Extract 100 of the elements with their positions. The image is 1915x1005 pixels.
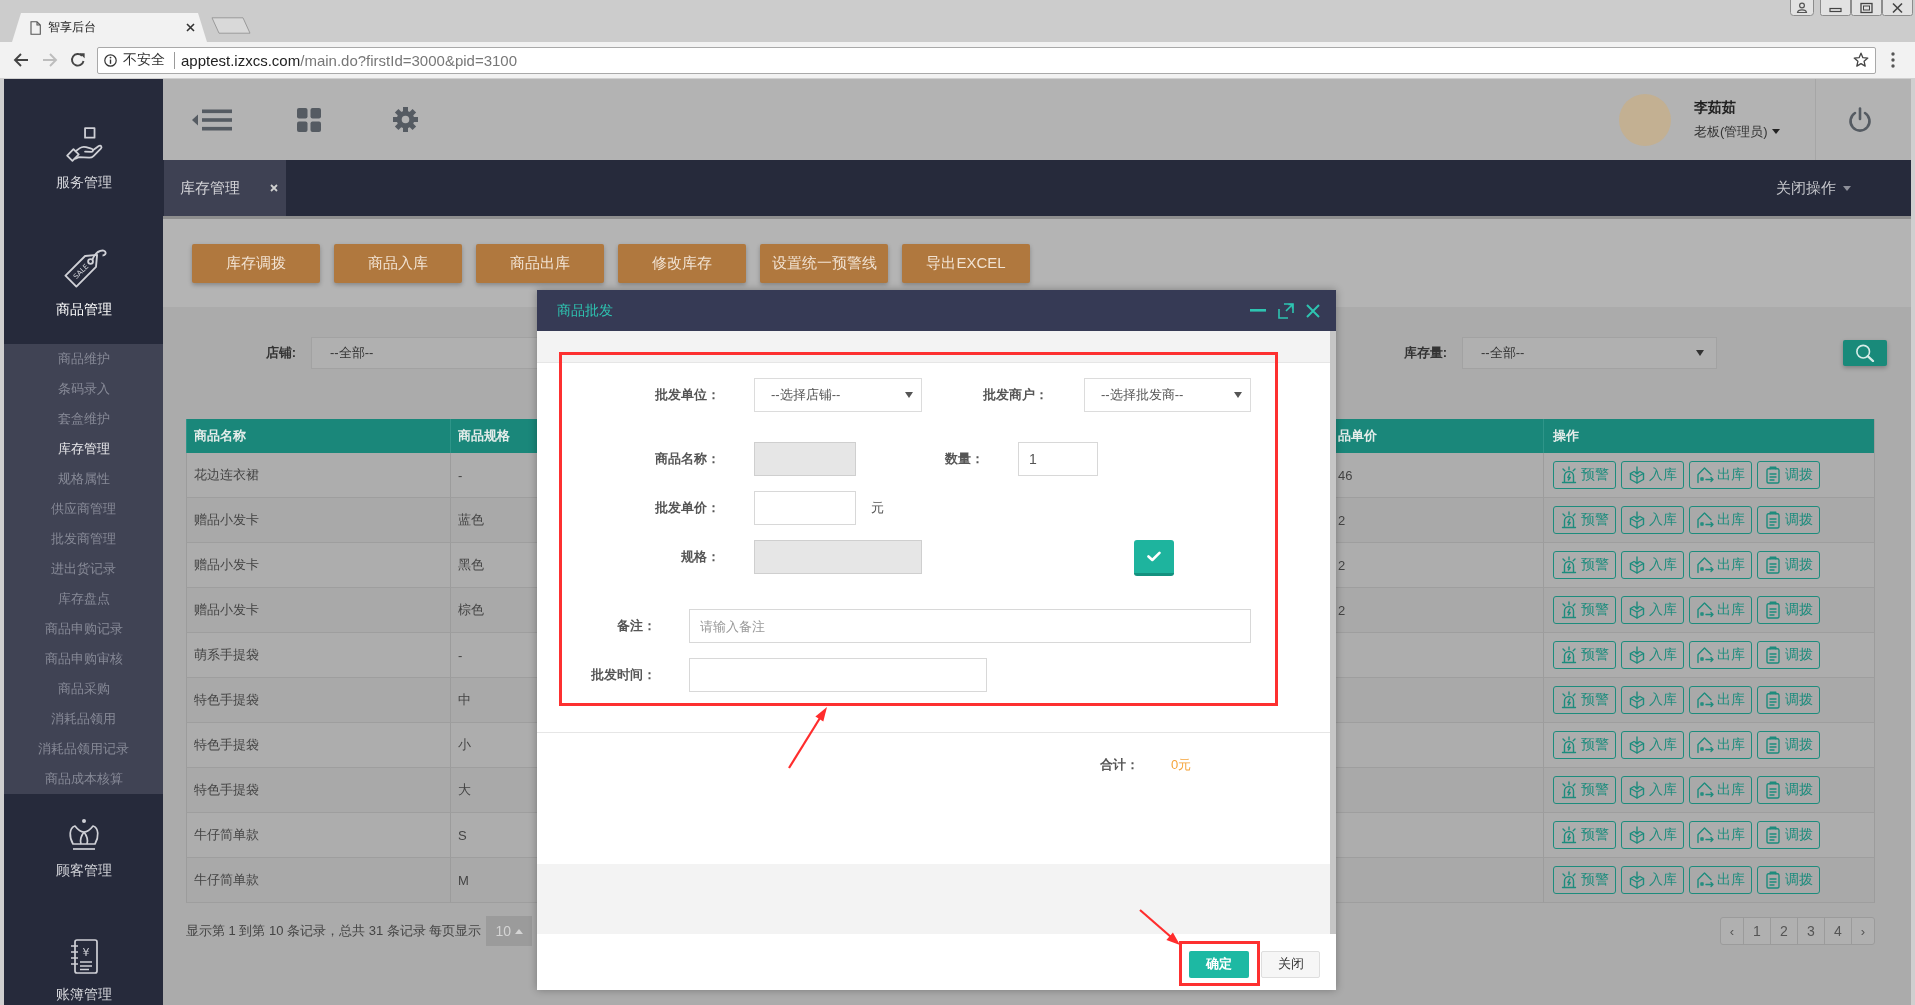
reload-icon[interactable] xyxy=(70,52,86,68)
stock-out-button[interactable]: 出库 xyxy=(1689,731,1752,759)
star-icon[interactable] xyxy=(1853,52,1869,68)
submenu-item[interactable]: 批发商管理 xyxy=(4,524,163,554)
submenu-item[interactable]: 条码录入 xyxy=(4,374,163,404)
submenu-item[interactable]: 商品成本核算 xyxy=(4,764,163,794)
stock-out-button[interactable]: 出库 xyxy=(1689,686,1752,714)
toolbar-button[interactable]: 修改库存 xyxy=(618,244,746,283)
submenu-item[interactable]: 消耗品领用 xyxy=(4,704,163,734)
power-icon[interactable] xyxy=(1848,106,1872,133)
submenu-item[interactable]: 商品维护 xyxy=(4,344,163,374)
stock-in-button[interactable]: 入库 xyxy=(1621,866,1684,894)
alert-button[interactable]: 预警 xyxy=(1553,776,1616,804)
alert-button[interactable]: 预警 xyxy=(1553,866,1616,894)
submenu-item[interactable]: 套盒维护 xyxy=(4,404,163,434)
close-tabs-menu[interactable]: 关闭操作 xyxy=(1776,160,1851,216)
toolbar-button[interactable]: 库存调拨 xyxy=(192,244,320,283)
maximize-icon[interactable] xyxy=(1278,302,1294,319)
dropdown-field[interactable]: --选择批发商-- xyxy=(1084,378,1251,412)
toolbar-button[interactable]: 商品出库 xyxy=(476,244,604,283)
address-bar[interactable]: 不安全 apptest.izxcs.com/main.do?firstId=3000&pid=3100 xyxy=(97,46,1876,74)
page-button[interactable]: 4 xyxy=(1824,917,1852,945)
sidebar-item[interactable]: 顾客管理 xyxy=(4,794,163,907)
alert-button[interactable]: 预警 xyxy=(1553,686,1616,714)
toolbar-button[interactable]: 导出EXCEL xyxy=(902,244,1030,283)
stock-in-button[interactable]: 入库 xyxy=(1621,776,1684,804)
security-chip[interactable]: 不安全 xyxy=(104,51,165,69)
page-button[interactable]: 2 xyxy=(1770,917,1798,945)
check-button[interactable] xyxy=(1134,540,1174,576)
default-button[interactable]: 关闭 xyxy=(1261,950,1320,978)
stock-out-button[interactable]: 出库 xyxy=(1689,866,1752,894)
toolbar-button[interactable]: 设置统一预警线 xyxy=(760,244,888,283)
submenu-item[interactable]: 库存盘点 xyxy=(4,584,163,614)
dropdown-field[interactable]: --全部-- xyxy=(1462,337,1717,369)
submenu-item[interactable]: 商品申购审核 xyxy=(4,644,163,674)
settings-icon[interactable] xyxy=(393,107,418,132)
user-icon[interactable] xyxy=(1790,0,1814,16)
transfer-button[interactable]: 调拨 xyxy=(1757,461,1820,489)
grid-icon[interactable] xyxy=(297,107,321,132)
transfer-button[interactable]: 调拨 xyxy=(1757,821,1820,849)
stock-out-button[interactable]: 出库 xyxy=(1689,776,1752,804)
maximize-icon[interactable] xyxy=(1851,0,1882,16)
transfer-button[interactable]: 调拨 xyxy=(1757,551,1820,579)
close-icon[interactable] xyxy=(186,23,195,32)
input-field[interactable]: 1 xyxy=(1018,442,1098,476)
alert-button[interactable]: 预警 xyxy=(1553,641,1616,669)
alert-button[interactable]: 预警 xyxy=(1553,461,1616,489)
stock-in-button[interactable]: 入库 xyxy=(1621,461,1684,489)
page-button[interactable]: 1 xyxy=(1743,917,1771,945)
toolbar-button[interactable]: 商品入库 xyxy=(334,244,462,283)
page-button[interactable]: › xyxy=(1851,917,1875,945)
menu-icon[interactable] xyxy=(192,107,232,132)
browser-tab[interactable]: 智享后台 xyxy=(12,13,207,42)
sidebar-item[interactable]: 服务管理 xyxy=(4,96,163,221)
stock-out-button[interactable]: 出库 xyxy=(1689,641,1752,669)
transfer-button[interactable]: 调拨 xyxy=(1757,596,1820,624)
stock-out-button[interactable]: 出库 xyxy=(1689,596,1752,624)
scrollbar[interactable] xyxy=(1330,331,1336,934)
input-field[interactable]: 请输入备注 xyxy=(689,609,1251,643)
page-tab[interactable]: 库存管理 xyxy=(164,160,286,216)
more-icon[interactable] xyxy=(1891,52,1895,68)
dropdown-field[interactable]: --选择店铺-- xyxy=(754,378,922,412)
alert-button[interactable]: 预警 xyxy=(1553,551,1616,579)
stock-in-button[interactable]: 入库 xyxy=(1621,686,1684,714)
submenu-item[interactable]: 商品采购 xyxy=(4,674,163,704)
transfer-button[interactable]: 调拨 xyxy=(1757,641,1820,669)
transfer-button[interactable]: 调拨 xyxy=(1757,686,1820,714)
submenu-item[interactable]: 供应商管理 xyxy=(4,494,163,524)
close-icon[interactable] xyxy=(1306,303,1320,318)
dropdown-field[interactable]: --全部-- xyxy=(311,337,537,369)
submenu-item[interactable]: 消耗品领用记录 xyxy=(4,734,163,764)
alert-button[interactable]: 预警 xyxy=(1553,596,1616,624)
role-dropdown[interactable]: 老板(管理员) xyxy=(1694,122,1791,141)
stock-in-button[interactable]: 入库 xyxy=(1621,551,1684,579)
input-field[interactable] xyxy=(689,658,987,692)
sidebar-item[interactable]: ¥ 账簿管理 xyxy=(4,907,163,1003)
stock-out-button[interactable]: 出库 xyxy=(1689,506,1752,534)
stock-in-button[interactable]: 入库 xyxy=(1621,821,1684,849)
page-size-dropdown[interactable]: 10 xyxy=(486,916,533,946)
stock-out-button[interactable]: 出库 xyxy=(1689,821,1752,849)
transfer-button[interactable]: 调拨 xyxy=(1757,776,1820,804)
page-button[interactable]: 3 xyxy=(1797,917,1825,945)
alert-button[interactable]: 预警 xyxy=(1553,821,1616,849)
back-icon[interactable] xyxy=(13,52,29,68)
input-field[interactable] xyxy=(754,491,856,525)
submenu-item[interactable]: 商品申购记录 xyxy=(4,614,163,644)
close-icon[interactable] xyxy=(1882,0,1913,16)
primary-button[interactable]: 确定 xyxy=(1189,950,1249,978)
stock-in-button[interactable]: 入库 xyxy=(1621,641,1684,669)
stock-in-button[interactable]: 入库 xyxy=(1621,731,1684,759)
search-button[interactable] xyxy=(1843,340,1887,366)
alert-button[interactable]: 预警 xyxy=(1553,731,1616,759)
page-button[interactable]: ‹ xyxy=(1720,917,1744,945)
submenu-item[interactable]: 规格属性 xyxy=(4,464,163,494)
stock-in-button[interactable]: 入库 xyxy=(1621,596,1684,624)
submenu-item[interactable]: 进出货记录 xyxy=(4,554,163,584)
transfer-button[interactable]: 调拨 xyxy=(1757,866,1820,894)
minimize-icon[interactable] xyxy=(1820,0,1851,16)
transfer-button[interactable]: 调拨 xyxy=(1757,731,1820,759)
stock-in-button[interactable]: 入库 xyxy=(1621,506,1684,534)
